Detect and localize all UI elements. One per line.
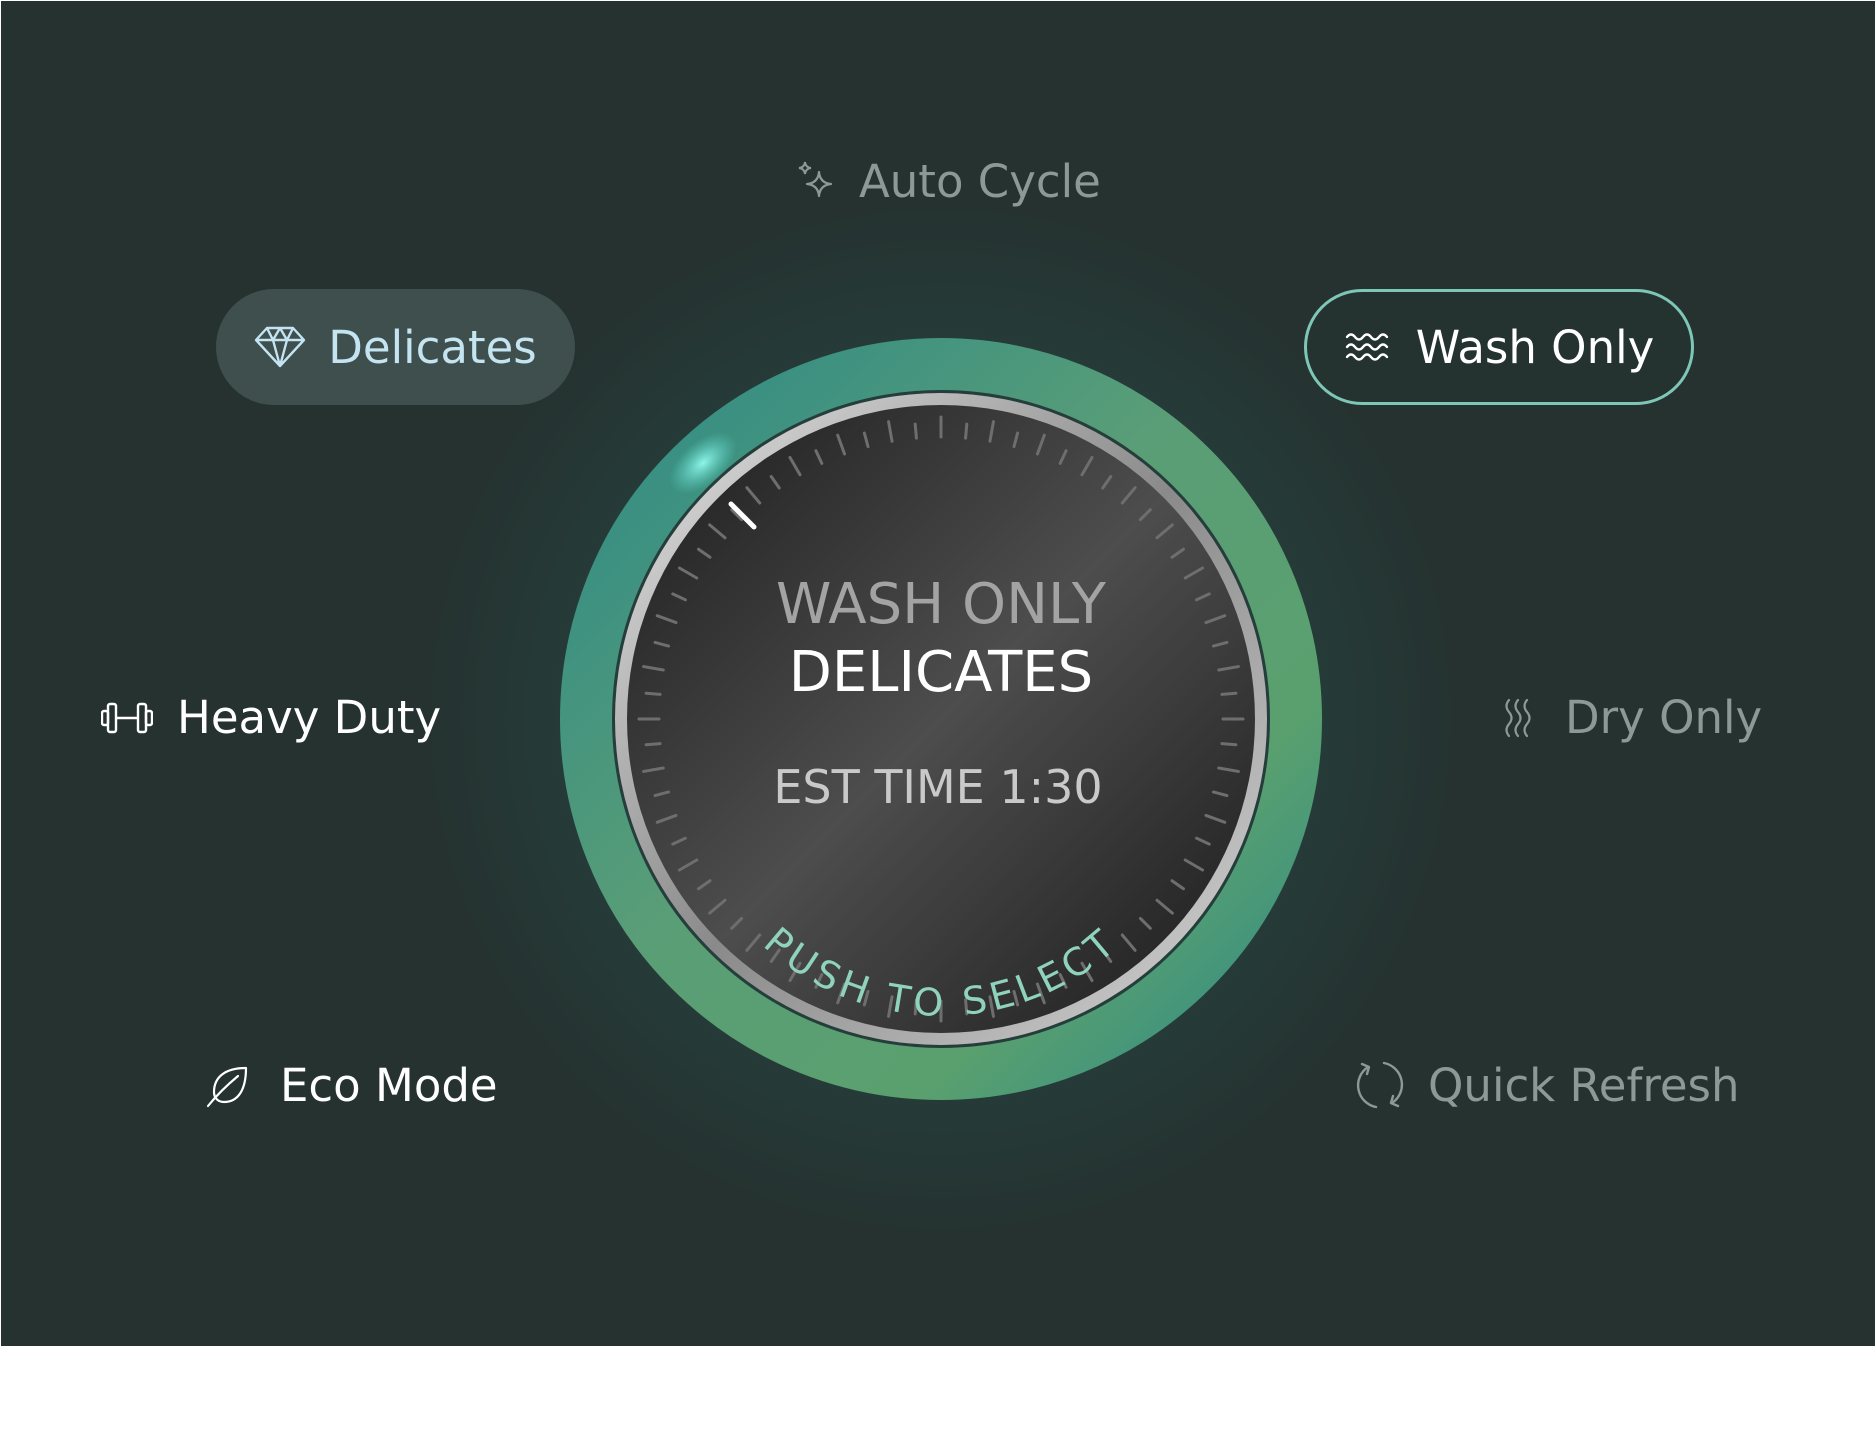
heat-waves-icon	[1505, 698, 1531, 737]
option-label: Delicates	[328, 320, 537, 374]
diamond-icon	[255, 326, 306, 368]
sparkles-icon	[798, 161, 833, 197]
est-time: EST TIME 1:30	[773, 760, 1102, 814]
option-label: Wash Only	[1415, 320, 1655, 374]
option-label: Quick Refresh	[1428, 1058, 1740, 1112]
leaf-icon	[206, 1066, 248, 1107]
option-heavy-duty[interactable]: Heavy Duty	[101, 695, 441, 740]
refresh-icon	[1356, 1061, 1404, 1109]
dumbbell-icon	[101, 702, 153, 733]
option-label: Heavy Duty	[177, 691, 442, 744]
dial-tick	[913, 422, 918, 440]
option-auto-cycle[interactable]: Auto Cycle	[795, 159, 1101, 204]
dial-tick	[644, 742, 662, 747]
waves-icon	[1345, 333, 1388, 361]
dial-tick	[644, 691, 662, 696]
dial-tick	[964, 422, 969, 440]
option-delicates[interactable]: Delicates	[216, 289, 575, 405]
dial-tick	[1220, 691, 1238, 696]
option-label: Eco Mode	[280, 1059, 498, 1112]
option-eco-mode[interactable]: Eco Mode	[206, 1063, 498, 1108]
dial-tick	[1220, 742, 1238, 747]
option-label: Dry Only	[1565, 691, 1763, 744]
dial-face[interactable]	[627, 405, 1255, 1033]
dial-line1: WASH ONLY	[776, 572, 1107, 637]
option-dry-only[interactable]: Dry Only	[1501, 695, 1762, 740]
control-panel: WASH ONLY DELICATES EST TIME 1:30 PUSH T…	[1, 1, 1875, 1346]
option-label: Auto Cycle	[859, 155, 1101, 208]
dial-line2: DELICATES	[789, 640, 1093, 705]
option-quick-refresh[interactable]: Quick Refresh	[1354, 1059, 1739, 1111]
option-wash-only[interactable]: Wash Only	[1304, 289, 1694, 405]
